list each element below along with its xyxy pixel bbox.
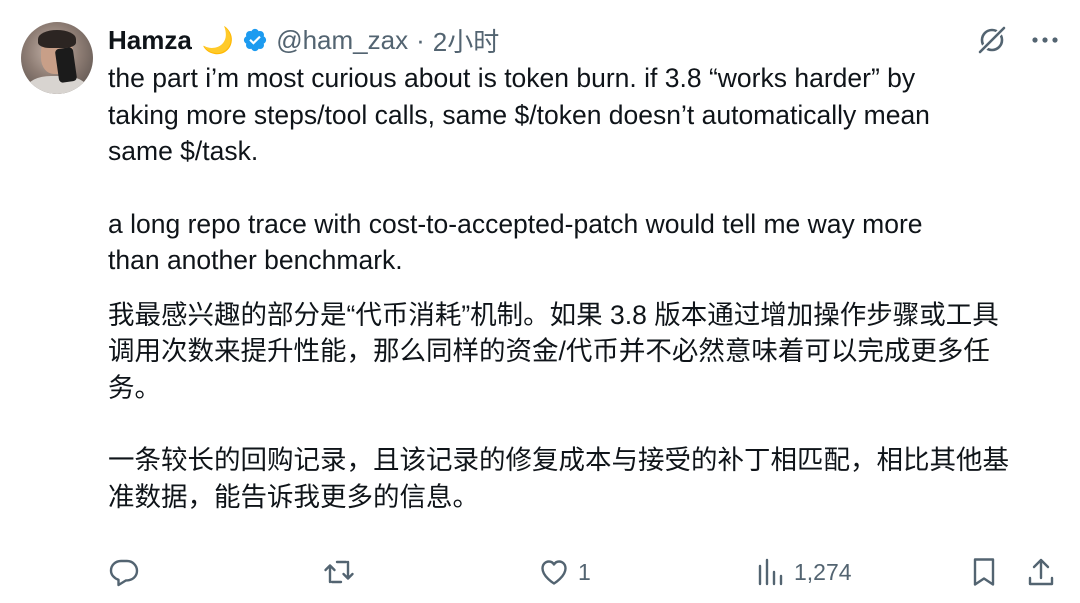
avatar-hair [38,30,76,48]
tweet-action-bar: 1 1,274 [108,552,1060,592]
tweet-paragraph: 我最感兴趣的部分是“代币消耗”机制。如果 3.8 版本通过增加操作步骤或工具 调… [108,299,999,403]
heart-icon [541,560,567,585]
avatar-shirt [27,76,87,94]
grok-icon[interactable] [976,24,1008,56]
share-button[interactable] [1026,552,1056,592]
views-icon [758,558,783,586]
bookmark-button[interactable] [970,552,998,592]
tweet-paragraph: 一条较长的回购记录，且该记录的修复成本与接受的补丁相匹配，相比其他基 准数据，能… [108,445,1009,512]
bookmark-icon [973,558,995,586]
reply-icon [109,559,139,587]
verified-badge-icon[interactable] [242,27,268,53]
author-emoji: 🌙 [201,24,235,55]
retweet-icon [324,560,354,584]
retweet-button[interactable] [322,552,364,592]
author-handle[interactable]: @ham_zax [276,25,408,56]
tweet-header: Hamza 🌙 @ham_zax · 2小时 [108,22,499,58]
avatar[interactable] [21,22,93,94]
tweet-time[interactable]: 2小时 [433,22,499,59]
avatar-phone [54,46,78,84]
like-button[interactable]: 1 [538,552,591,592]
like-count: 1 [578,558,591,585]
tweet-top-actions [976,22,1060,58]
author-name[interactable]: Hamza [108,25,192,56]
share-icon [1028,558,1054,586]
tweet-paragraph: the part i’m most curious about is token… [108,63,930,166]
more-icon[interactable] [1030,25,1060,55]
separator-dot: · [416,24,425,55]
views-button[interactable]: 1,274 [756,552,852,592]
views-count: 1,274 [794,558,852,585]
reply-button[interactable] [108,552,148,592]
tweet-body: the part i’m most curious about is token… [108,60,1058,515]
tweet-paragraph: a long repo trace with cost-to-accepted-… [108,208,923,276]
